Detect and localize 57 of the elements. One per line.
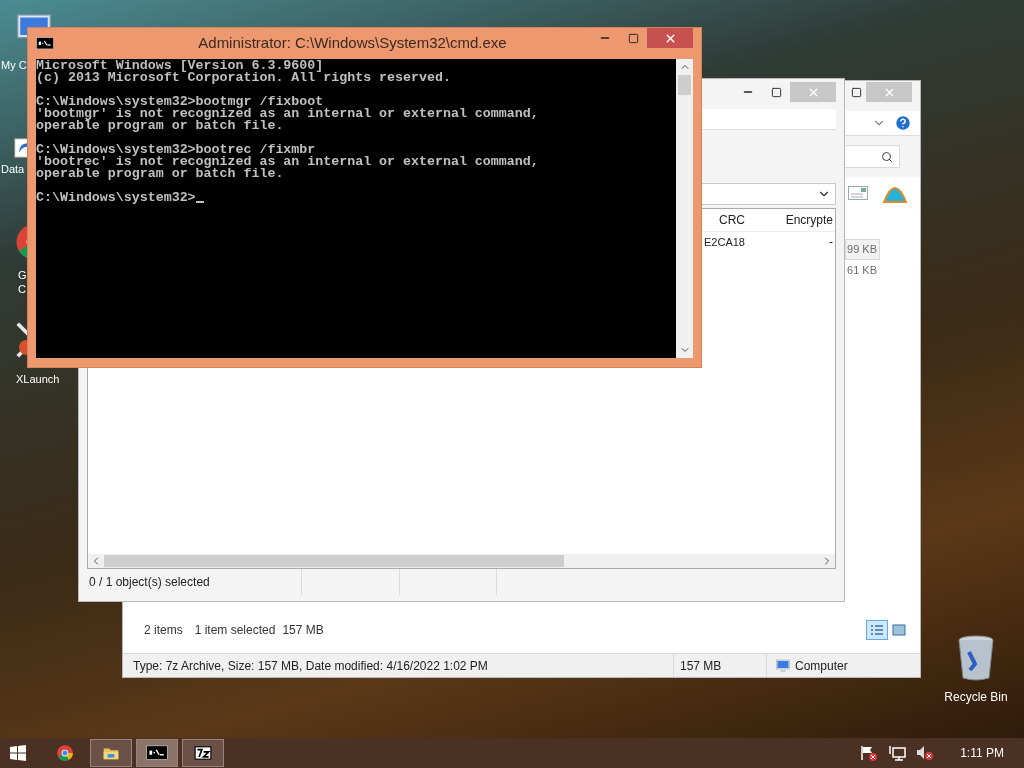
item-count: 2 items <box>144 622 183 639</box>
selection-size: 157 MB <box>282 622 324 639</box>
desktop-icon-label[interactable]: XLaunch <box>16 372 60 386</box>
location-text: Computer <box>795 657 848 675</box>
desktop-icon-label[interactable]: C <box>18 282 26 296</box>
details-list-icon <box>870 624 884 636</box>
archive-icon <box>194 744 212 762</box>
maximize-icon <box>770 86 782 98</box>
help-icon[interactable] <box>894 114 912 132</box>
taskbar-app-button[interactable] <box>136 739 178 767</box>
table-cell-text: - <box>828 234 834 251</box>
desktop-icon-label[interactable]: My C <box>1 58 27 72</box>
console-output-line: operable program or batch file. <box>36 120 285 132</box>
console-output-line: (c) 2013 Microsoft Corporation. All rights reserved. <box>36 72 452 84</box>
desktop-icon-label[interactable]: Recycle Bin <box>944 688 1008 706</box>
horizontal-scrollbar[interactable] <box>88 554 835 568</box>
console-output-line: 'bootrec' is not recognized as an internal or external command, <box>36 156 540 168</box>
file-size-text: 157 MB <box>680 657 722 675</box>
volume-muted-icon[interactable] <box>916 745 935 761</box>
console-icon <box>36 37 54 50</box>
search-field[interactable] <box>844 145 900 168</box>
console-prompt: C:\Windows\system32> <box>36 192 196 204</box>
maximize-icon <box>627 32 639 44</box>
chrome-icon <box>56 744 74 762</box>
details-view-button[interactable] <box>866 620 888 640</box>
column-header[interactable]: CRC <box>701 209 745 231</box>
recycle-bin-icon <box>956 634 996 682</box>
file-size-cell-text: 61 KB <box>846 263 878 279</box>
console-output-line: operable program or batch file. <box>36 168 285 180</box>
console-output-line: C:\Windows\system32>bootmgr /fixboot <box>36 96 324 108</box>
picture-icon <box>892 624 906 636</box>
text-cursor <box>195 201 204 203</box>
close-button[interactable] <box>647 28 693 48</box>
desktop-icon-label[interactable]: Data <box>1 162 25 176</box>
console-output-line: C:\Windows\system32>bootrec /fixmbr <box>36 144 316 156</box>
selection-count: 1 item selected <box>194 622 276 639</box>
desktop-icon-label[interactable]: G <box>18 268 27 282</box>
scroll-thumb[interactable] <box>678 75 691 95</box>
console-output-line: 'bootmgr' is not recognized as an internal or external command, <box>36 108 540 120</box>
computer-icon <box>775 657 791 674</box>
status-text: 0 / 1 object(s) selected <box>88 574 211 591</box>
card-icon <box>848 186 868 200</box>
taskbar-app-button[interactable] <box>182 739 224 767</box>
vertical-scrollbar[interactable] <box>676 59 693 358</box>
network-icon[interactable] <box>888 745 907 761</box>
column-header[interactable]: Encrypte <box>745 209 835 231</box>
console-icon <box>146 745 168 761</box>
flag-icon[interactable] <box>860 745 879 761</box>
file-size-cell: 99 KB <box>845 239 880 260</box>
table-cell-text: E2CA18 <box>703 234 745 250</box>
window-title: Administrator: C:\Windows\System32\cmd.exe <box>197 33 508 54</box>
file-details-text: Type: 7z Archive, Size: 157 MB, Date modified: 4/16/2022 1:02 PM <box>132 657 489 675</box>
clock[interactable]: 1:11 PM <box>960 744 1004 762</box>
console-output-line: Microsoft Windows [Version 6.3.9600] <box>36 60 324 72</box>
windows-logo-icon <box>10 745 26 761</box>
maximize-icon <box>850 86 862 98</box>
search-icon <box>881 150 893 163</box>
